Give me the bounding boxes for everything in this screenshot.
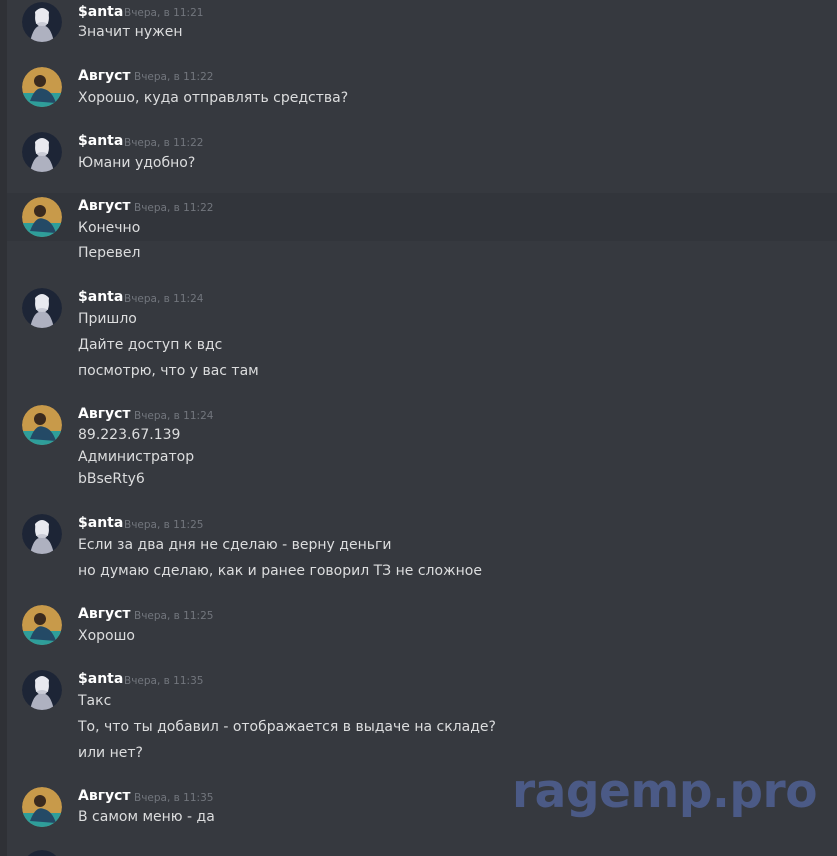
message-group[interactable]: Август Вчера, в 11:22 Хорошо, куда отпра… [7,62,837,122]
timestamp: Вчера, в 11:21 [124,7,204,19]
watermark: ragemp.pro [512,764,818,819]
avatar-avgust[interactable] [22,405,62,445]
avatar-avgust[interactable] [22,67,62,107]
message-text: Пришло [78,311,137,327]
message-text: Если за два дня не сделаю - верну деньги [78,537,392,553]
message-text: посмотрю, что у вас там [78,363,259,379]
avatar-avgust[interactable] [22,605,62,645]
message-group[interactable]: Август Вчера, в 11:24 89.223.67.139 Адми… [7,401,837,501]
message-group[interactable]: Август Вчера, в 11:25 Хорошо [7,601,837,657]
message-group[interactable]: $anta Вчера, в 11:35 Такс То, что ты доб… [7,666,837,772]
message-group[interactable]: $anta Вчера, в 11:25 Если за два дня не … [7,510,837,590]
author-name[interactable]: Август [78,787,131,805]
author-name[interactable]: $anta [78,132,123,150]
message-text: 89.223.67.139 [78,427,181,443]
avatar-santa[interactable] [22,132,62,172]
message-continuation[interactable]: Перевел [7,241,837,267]
author-name[interactable]: $anta [78,288,123,306]
timestamp: Вчера, в 11:24 [124,293,204,305]
message-text: В самом меню - да [78,809,215,825]
author-name[interactable]: Август [78,197,131,215]
timestamp: Вчера, в 11:22 [124,137,204,149]
timestamp: Вчера, в 11:35 [134,792,214,804]
scroll-gutter [0,0,7,856]
author-name[interactable]: $anta [78,3,123,21]
avatar-santa[interactable] [22,514,62,554]
author-name[interactable]: $anta [78,514,123,532]
message-group[interactable]: $anta Вчера, в 11:24 Пришло Дайте доступ… [7,284,837,384]
chat-viewport: $anta Вчера, в 11:21 Значит нужен Август… [0,0,837,856]
message-text: Дайте доступ к вдс [78,337,223,353]
timestamp: Вчера, в 11:25 [134,610,214,622]
author-name[interactable]: Август [78,605,131,623]
message-group[interactable]: $anta Вчера, в 11:21 Значит нужен [7,0,837,50]
author-name[interactable]: Август [78,405,131,423]
avatar-santa-partial[interactable] [22,850,62,856]
avatar-santa[interactable] [22,2,62,42]
message-text: или нет? [78,745,143,761]
message-text: но думаю сделаю, как и ранее говорил ТЗ … [78,563,482,579]
timestamp: Вчера, в 11:22 [134,202,214,214]
message-text: То, что ты добавил - отображается в выда… [78,719,496,735]
message-text: Такс [78,693,112,709]
message-text: bBseRty6 [78,471,145,487]
author-name[interactable]: $anta [78,670,123,688]
author-name[interactable]: Август [78,67,131,85]
timestamp: Вчера, в 11:35 [124,675,204,687]
message-text: Юмани удобно? [78,155,196,171]
message-text: Хорошо, куда отправлять средства? [78,90,349,106]
message-text: Администратор [78,449,195,465]
message-text: Конечно [78,220,141,236]
message-text: Перевел [78,245,141,261]
message-group[interactable]: Август Вчера, в 11:22 Конечно [7,193,837,241]
timestamp: Вчера, в 11:22 [134,71,214,83]
avatar-santa[interactable] [22,670,62,710]
message-text: Хорошо [78,628,135,644]
avatar-santa[interactable] [22,288,62,328]
timestamp: Вчера, в 11:24 [134,410,214,422]
message-group[interactable]: $anta Вчера, в 11:22 Юмани удобно? [7,128,837,188]
avatar-avgust[interactable] [22,787,62,827]
timestamp: Вчера, в 11:25 [124,519,204,531]
message-text: Значит нужен [78,24,183,40]
avatar-avgust[interactable] [22,197,62,237]
